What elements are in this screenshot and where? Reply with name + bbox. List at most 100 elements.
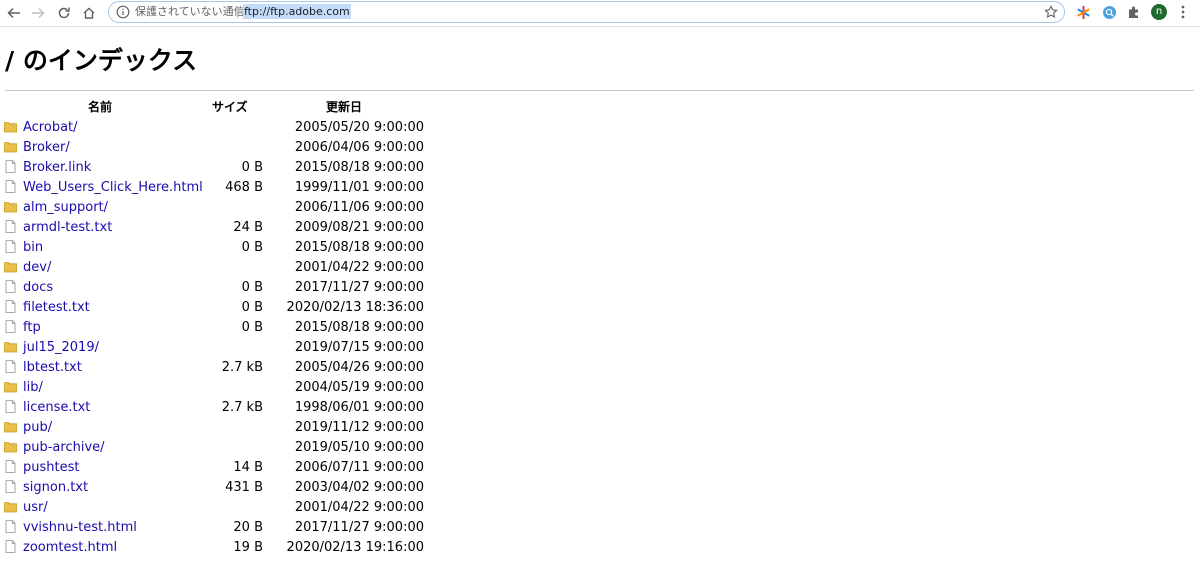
address-bar[interactable]: 保護されていない通信 | ftp://ftp.adobe.com: [108, 1, 1065, 23]
home-button[interactable]: [78, 2, 100, 24]
file-modified-date: 2015/08/18 9:00:00: [294, 240, 424, 255]
file-modified-date: 2009/08/21 9:00:00: [294, 220, 424, 235]
file-link[interactable]: ftp: [23, 319, 41, 336]
profile-avatar[interactable]: n: [1151, 4, 1167, 20]
info-icon[interactable]: [116, 5, 130, 19]
folder-icon: [4, 422, 17, 433]
file-modified-date: 2020/02/13 18:36:00: [286, 300, 424, 315]
back-button[interactable]: [3, 2, 25, 24]
omnibox-separator: |: [236, 5, 240, 18]
file-modified-date: 2015/08/18 9:00:00: [294, 320, 424, 335]
table-row: docs 0 B 2017/11/27 9:00:00: [0, 278, 440, 298]
puzzle-piece-icon: [1128, 6, 1138, 18]
file-link[interactable]: license.txt: [23, 399, 90, 416]
file-size: 20 B: [233, 520, 263, 535]
table-row: zoomtest.html 19 B 2020/02/13 19:16:00: [0, 538, 440, 558]
reload-button[interactable]: [53, 2, 75, 24]
file-link[interactable]: Acrobat/: [23, 119, 78, 136]
file-modified-date: 2019/07/15 9:00:00: [294, 340, 424, 355]
kebab-menu-icon[interactable]: [1176, 4, 1190, 20]
file-size: 24 B: [233, 220, 263, 235]
file-modified-date: 2017/11/27 9:00:00: [294, 280, 424, 295]
table-row: Broker/2006/04/06 9:00:00: [0, 138, 440, 158]
column-header-size[interactable]: サイズ: [212, 99, 248, 115]
table-row: dev/2001/04/22 9:00:00: [0, 258, 440, 278]
file-modified-date: 2006/07/11 9:00:00: [294, 460, 424, 475]
folder-icon: [4, 202, 17, 213]
file-icon: [5, 240, 16, 253]
table-row: bin 0 B 2015/08/18 9:00:00: [0, 238, 440, 258]
extension-search-button[interactable]: [1100, 3, 1118, 21]
file-modified-date: 2020/02/13 19:16:00: [286, 540, 424, 555]
file-link[interactable]: alm_support/: [23, 199, 108, 216]
file-link[interactable]: jul15_2019/: [23, 339, 99, 356]
file-link[interactable]: pub-archive/: [23, 439, 105, 456]
file-link[interactable]: pushtest: [23, 459, 79, 476]
file-link[interactable]: zoomtest.html: [23, 539, 117, 556]
title-divider: [5, 90, 1194, 91]
file-modified-date: 2017/11/27 9:00:00: [294, 520, 424, 535]
file-link[interactable]: vvishnu-test.html: [23, 519, 137, 536]
file-link[interactable]: filetest.txt: [23, 299, 90, 316]
browser-toolbar: 保護されていない通信 | ftp://ftp.adobe.com n: [0, 0, 1200, 27]
file-icon: [5, 360, 16, 373]
file-icon: [5, 220, 16, 233]
file-link[interactable]: lbtest.txt: [23, 359, 82, 376]
file-size: 0 B: [241, 280, 263, 295]
table-row: ftp 0 B 2015/08/18 9:00:00: [0, 318, 440, 338]
column-header-date[interactable]: 更新日: [326, 99, 362, 115]
folder-icon: [4, 142, 17, 153]
file-size: 0 B: [241, 160, 263, 175]
file-link[interactable]: lib/: [23, 379, 43, 396]
security-status-label[interactable]: 保護されていない通信: [135, 5, 245, 19]
forward-arrow-icon: [32, 7, 45, 19]
file-modified-date: 2015/08/18 9:00:00: [294, 160, 424, 175]
file-link[interactable]: pub/: [23, 419, 52, 436]
file-icon: [5, 280, 16, 293]
file-modified-date: 1999/11/01 9:00:00: [294, 180, 424, 195]
file-icon: [5, 520, 16, 533]
extensions-button[interactable]: [1125, 3, 1143, 21]
file-link[interactable]: Web_Users_Click_Here.html: [23, 179, 203, 196]
column-header-name[interactable]: 名前: [88, 99, 112, 115]
file-size: 0 B: [241, 240, 263, 255]
file-modified-date: 2019/11/12 9:00:00: [294, 420, 424, 435]
table-row: alm_support/2006/11/06 9:00:00: [0, 198, 440, 218]
folder-icon: [4, 502, 17, 513]
url-text[interactable]: ftp://ftp.adobe.com: [243, 4, 351, 19]
back-arrow-icon: [7, 7, 20, 19]
file-link[interactable]: signon.txt: [23, 479, 88, 496]
file-modified-date: 2003/04/02 9:00:00: [294, 480, 424, 495]
file-icon: [5, 300, 16, 313]
file-link[interactable]: dev/: [23, 259, 51, 276]
star-icon[interactable]: [1044, 5, 1058, 19]
file-modified-date: 2005/05/20 9:00:00: [294, 120, 424, 135]
file-icon: [5, 460, 16, 473]
table-row: lbtest.txt 2.7 kB 2005/04/26 9:00:00: [0, 358, 440, 378]
file-link[interactable]: usr/: [23, 499, 48, 516]
file-modified-date: 2006/11/06 9:00:00: [294, 200, 424, 215]
forward-button[interactable]: [27, 2, 49, 24]
file-link[interactable]: armdl-test.txt: [23, 219, 112, 236]
file-link[interactable]: Broker.link: [23, 159, 91, 176]
folder-icon: [4, 122, 17, 133]
file-size: 0 B: [241, 320, 263, 335]
file-link[interactable]: docs: [23, 279, 53, 296]
extension-asterisk-button[interactable]: [1074, 3, 1092, 21]
table-row: Web_Users_Click_Here.html 468 B 1999/11/01…: [0, 178, 440, 198]
file-icon: [5, 320, 16, 333]
table-row: pushtest 14 B 2006/07/11 9:00:00: [0, 458, 440, 478]
file-size: 468 B: [225, 180, 263, 195]
table-row: license.txt 2.7 kB 1998/06/01 9:00:00: [0, 398, 440, 418]
file-link[interactable]: Broker/: [23, 139, 70, 156]
file-modified-date: 2001/04/22 9:00:00: [294, 500, 424, 515]
folder-icon: [4, 262, 17, 273]
file-size: 2.7 kB: [221, 400, 263, 415]
table-row: filetest.txt 0 B 2020/02/13 18:36:00: [0, 298, 440, 318]
file-icon: [5, 540, 16, 553]
table-row: lib/2004/05/19 9:00:00: [0, 378, 440, 398]
file-link[interactable]: bin: [23, 239, 43, 256]
file-size: 431 B: [225, 480, 263, 495]
file-icon: [5, 160, 16, 173]
table-row: vvishnu-test.html 20 B 2017/11/27 9:00:00: [0, 518, 440, 538]
